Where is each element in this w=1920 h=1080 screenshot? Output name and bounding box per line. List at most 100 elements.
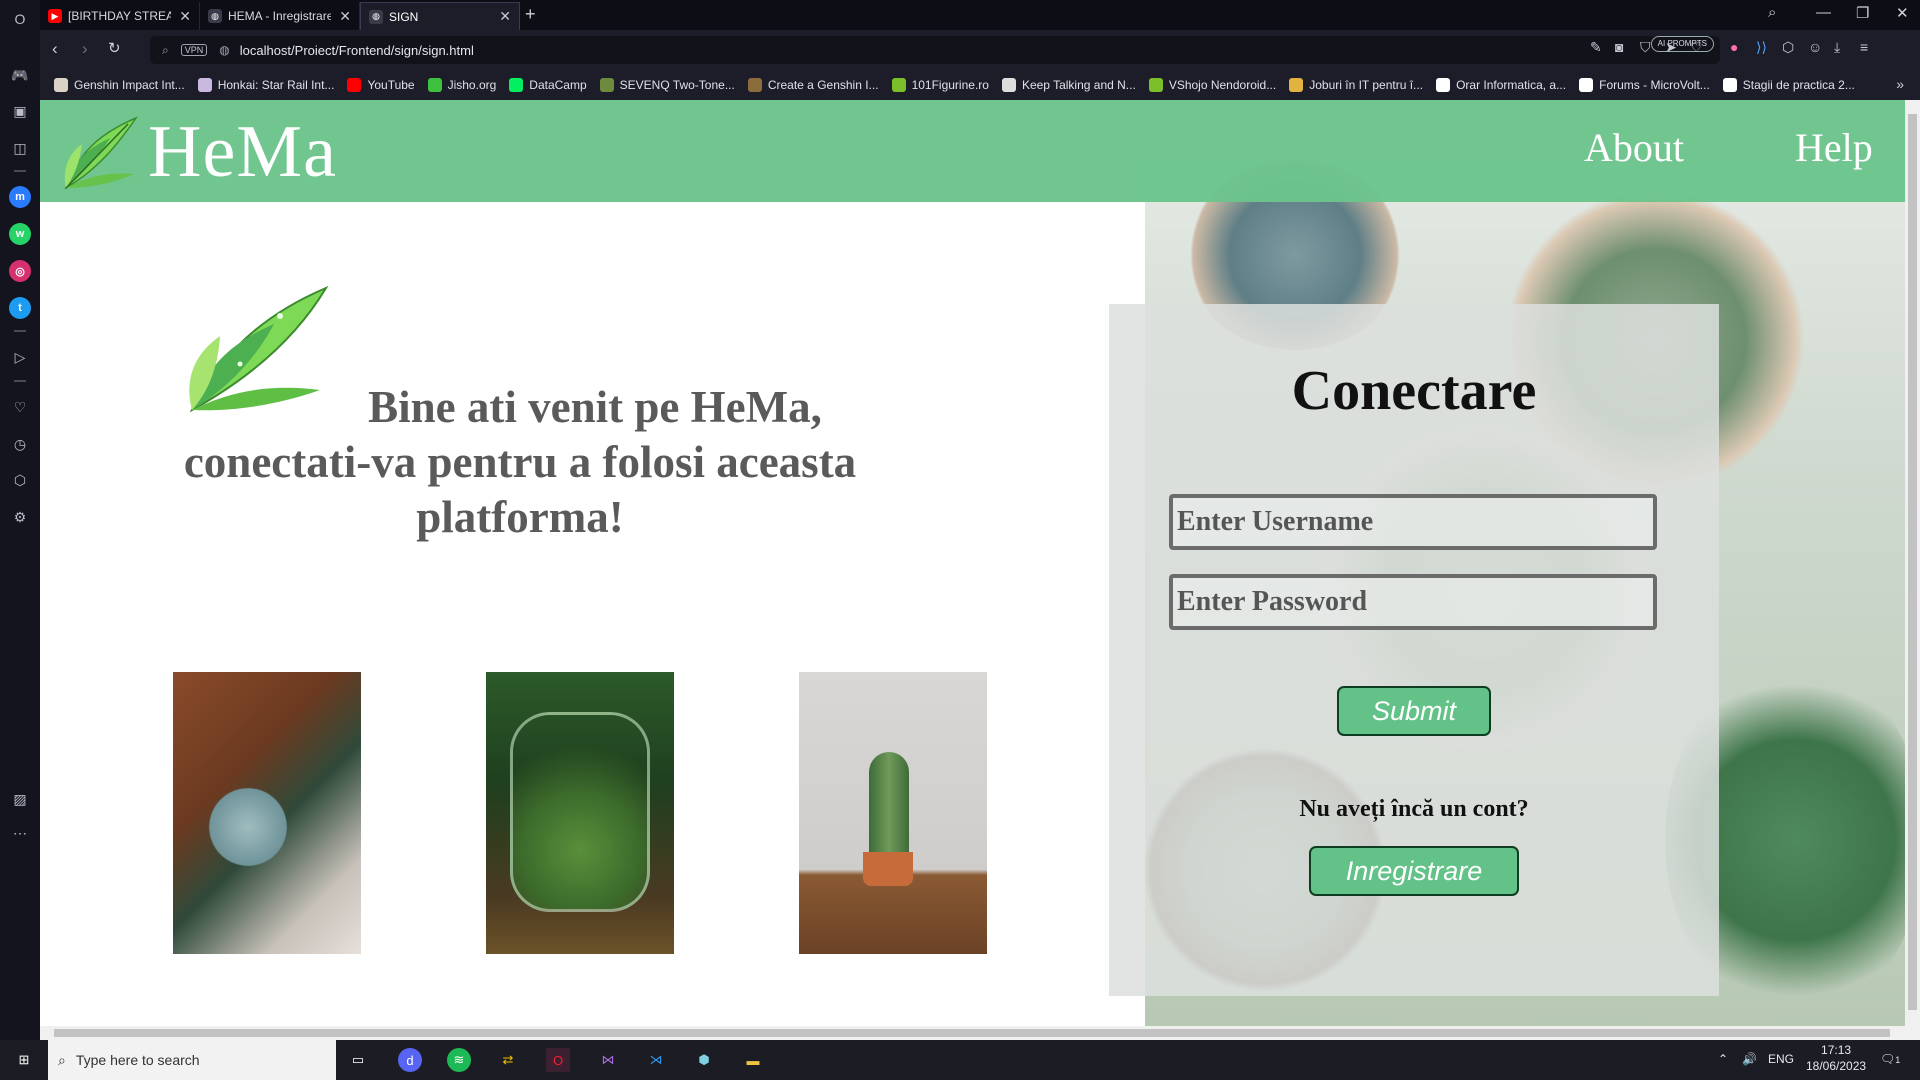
forward-arrow-icon[interactable]: › [82,39,88,59]
notifications-icon[interactable]: 🗨1 [1880,1052,1900,1066]
taskbar-search-placeholder: Type here to search [75,1052,200,1068]
folder-sync-icon[interactable]: ⇄ [496,1048,520,1072]
edit-icon[interactable]: ✎ [1590,39,1602,56]
twitch-icon[interactable]: ▣ [9,100,31,122]
minimize-icon[interactable]: — [1816,4,1831,21]
tab-strip: ▶ [BIRTHDAY STREAM]Let's ✕ ◍ HEMA - Inre… [40,0,1920,30]
bookmark-item[interactable]: Orar Informatica, a... [1436,78,1566,92]
bookmark-item[interactable]: Create a Genshin I... [747,78,879,92]
windows-start-icon[interactable]: ⊞ [12,1048,36,1072]
send-icon[interactable]: ➤ [1665,39,1677,56]
close-icon[interactable]: ✕ [499,8,511,25]
bookmark-favicon-icon [1579,78,1594,92]
opera-logo-icon[interactable]: O [9,8,31,30]
shield-icon[interactable]: ⛉ [1640,39,1651,56]
history-clock-icon[interactable]: ◷ [9,433,31,455]
bookmark-item[interactable]: DataCamp [509,78,587,92]
back-arrow-icon[interactable]: ‹ [52,39,58,59]
bookmarks-overflow-icon[interactable]: » [1896,76,1904,92]
opera-taskbar-icon[interactable]: O [546,1048,570,1072]
search-icon[interactable]: ⌕ [162,43,169,58]
tray-chevron-icon[interactable]: ⌃ [1718,1052,1728,1066]
nav-about-link[interactable]: About [1584,124,1684,171]
bookmark-item[interactable]: Forums - MicroVolt... [1579,78,1710,92]
cube-icon[interactable]: ⬡ [1782,39,1794,56]
bookmark-label: Jisho.org [447,78,497,92]
menu-icon[interactable]: ≡ [1860,39,1868,55]
tab-hema-inregistrare[interactable]: ◍ HEMA - Inregistrare ✕ [200,2,360,30]
screenshot-icon[interactable]: ▨ [9,788,31,810]
aria-icon[interactable]: ● [1730,39,1738,55]
bookmark-item[interactable]: 101Figurine.ro [891,78,989,92]
close-icon[interactable]: ✕ [179,8,191,25]
bookmark-item[interactable]: Keep Talking and N... [1001,78,1136,92]
bookmark-label: Create a Genshin I... [767,78,879,92]
more-dots-icon[interactable]: ⋯ [9,822,31,844]
vertical-scrollbar[interactable] [1905,100,1920,1040]
bookmark-item[interactable]: Joburi în IT pentru î... [1289,78,1423,92]
music-player-icon[interactable]: ◫ [9,137,31,159]
whatsapp-icon[interactable]: w [9,223,31,245]
spotify-icon[interactable]: ≋ [447,1048,471,1072]
camera-icon[interactable]: ◙ [1615,39,1623,55]
bookmark-label: Stagii de practica 2... [1742,78,1855,92]
restore-icon[interactable]: ❐ [1856,4,1869,22]
bookmark-item[interactable]: YouTube [347,78,415,92]
extensions-cube-icon[interactable]: ⬡ [9,469,31,491]
bookmark-item[interactable]: Honkai: Star Rail Int... [197,78,335,92]
bookmark-item[interactable]: VShojo Nendoroid... [1148,78,1276,92]
player-icon[interactable]: ▷ [9,346,31,368]
clock[interactable]: 17:13 18/06/2023 [1806,1042,1866,1074]
cube-app-icon[interactable]: ⬢ [692,1048,716,1072]
welcome-line-1: Bine ati venit pe HeMa, [368,382,822,432]
new-tab-plus-icon[interactable]: + [525,4,536,25]
url-input[interactable]: ⌕ VPN ◍ localhost/Proiect/Frontend/sign/… [150,36,1720,64]
submit-button[interactable]: Submit [1337,686,1491,736]
profile-icon[interactable]: ☺ [1808,39,1822,55]
nav-help-link[interactable]: Help [1795,124,1873,171]
bookmark-item[interactable]: Genshin Impact Int... [54,78,185,92]
password-input[interactable]: Enter Password [1169,574,1657,630]
bookmark-label: Honkai: Star Rail Int... [217,78,335,92]
ai-prompts-button[interactable]: AI PROMPTS [1650,36,1714,52]
task-view-icon[interactable]: ▭ [346,1048,370,1072]
taskbar-search-input[interactable]: ⌕ Type here to search [48,1040,336,1080]
bookmark-favicon-icon [347,78,362,92]
visual-studio-icon[interactable]: ⋈ [596,1048,620,1072]
clock-date: 18/06/2023 [1806,1059,1867,1073]
close-icon[interactable]: ✕ [339,8,351,25]
instagram-icon[interactable]: ◎ [9,260,31,282]
gamepad-icon[interactable]: 🎮 [9,64,31,86]
bookmark-item[interactable]: Jisho.org [427,78,497,92]
address-bar: ‹ › ↻ ⌕ VPN ◍ localhost/Proiect/Frontend… [40,30,1920,70]
language-indicator[interactable]: ENG [1768,1052,1794,1066]
vscode-icon[interactable]: ⋊ [644,1048,668,1072]
twitter-icon[interactable]: t [9,297,31,319]
close-window-icon[interactable]: ✕ [1896,4,1909,22]
file-explorer-icon[interactable]: ▬ [741,1048,765,1072]
reload-icon[interactable]: ↻ [108,39,121,57]
site-logo-text[interactable]: HeMa [148,110,337,195]
discord-icon[interactable]: d [398,1048,422,1072]
volume-icon[interactable]: 🔊 [1742,1052,1757,1066]
bookmark-label: SEVENQ Two-Tone... [619,78,735,92]
heart-icon[interactable]: ♡ [9,396,31,418]
heart-bookmark-icon[interactable]: ♡ [1690,39,1703,56]
vpn-badge[interactable]: VPN [180,44,208,56]
tab-sign[interactable]: ◍ SIGN ✕ [360,2,520,30]
settings-gear-icon[interactable]: ⚙ [9,506,31,528]
url-text[interactable]: localhost/Proiect/Frontend/sign/sign.htm… [240,43,474,58]
sidebar-divider [14,380,26,382]
download-icon[interactable]: ⤓ [1834,39,1840,56]
messenger-icon[interactable]: m [9,186,31,208]
bookmark-item[interactable]: SEVENQ Two-Tone... [599,78,735,92]
wifi-icon[interactable]: ⟩⟩ [1756,39,1767,56]
globe-icon: ◍ [208,9,222,23]
username-input[interactable]: Enter Username [1169,494,1657,550]
tab-youtube-stream[interactable]: ▶ [BIRTHDAY STREAM]Let's ✕ [40,2,200,30]
horizontal-scrollbar[interactable] [40,1026,1905,1040]
bookmark-label: DataCamp [529,78,587,92]
search-tabs-icon[interactable]: ⌕ [1768,4,1776,21]
register-button[interactable]: Inregistrare [1309,846,1519,896]
bookmark-item[interactable]: Stagii de practica 2... [1722,78,1855,92]
